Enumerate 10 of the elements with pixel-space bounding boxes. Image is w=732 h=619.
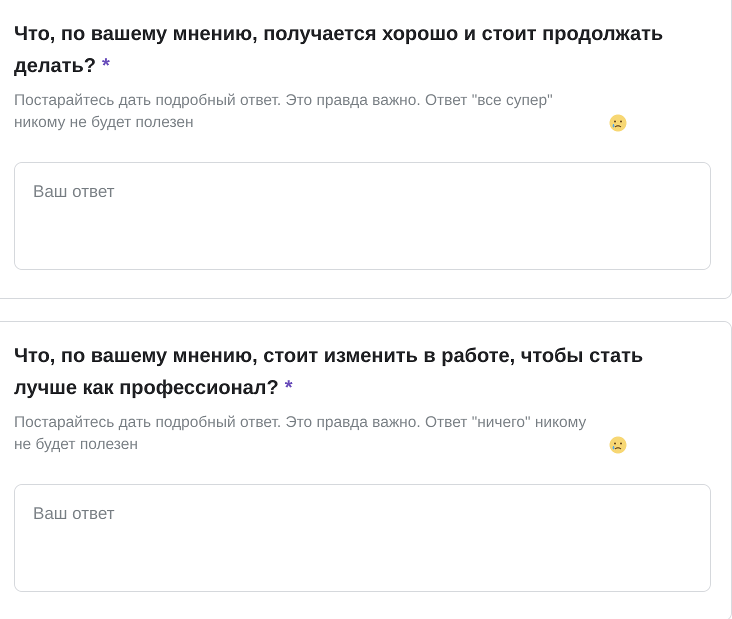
sad-face-icon (609, 436, 627, 454)
answer-field[interactable]: Ваш ответ (14, 484, 711, 592)
required-asterisk: * (102, 55, 110, 77)
answer-field[interactable]: Ваш ответ (14, 162, 711, 270)
required-asterisk: * (284, 377, 293, 399)
question-title: Что, по вашему мнению, стоит изменить в работе, чтобы стать лучше как профессионал? * (14, 344, 644, 401)
question-description: Постарайтесь дать подробный ответ. Это правда важно. Ответ "все супер" никому не будет полезен (14, 91, 554, 133)
question-description: Постарайтесь дать подробный ответ. Это правда важно. Ответ "ничего" никому не будет полезен (14, 413, 588, 455)
sad-face-icon (609, 114, 627, 132)
question-title: Что, по вашему мнению, получается хорошо и стоит продолжать делать? * (14, 22, 664, 79)
